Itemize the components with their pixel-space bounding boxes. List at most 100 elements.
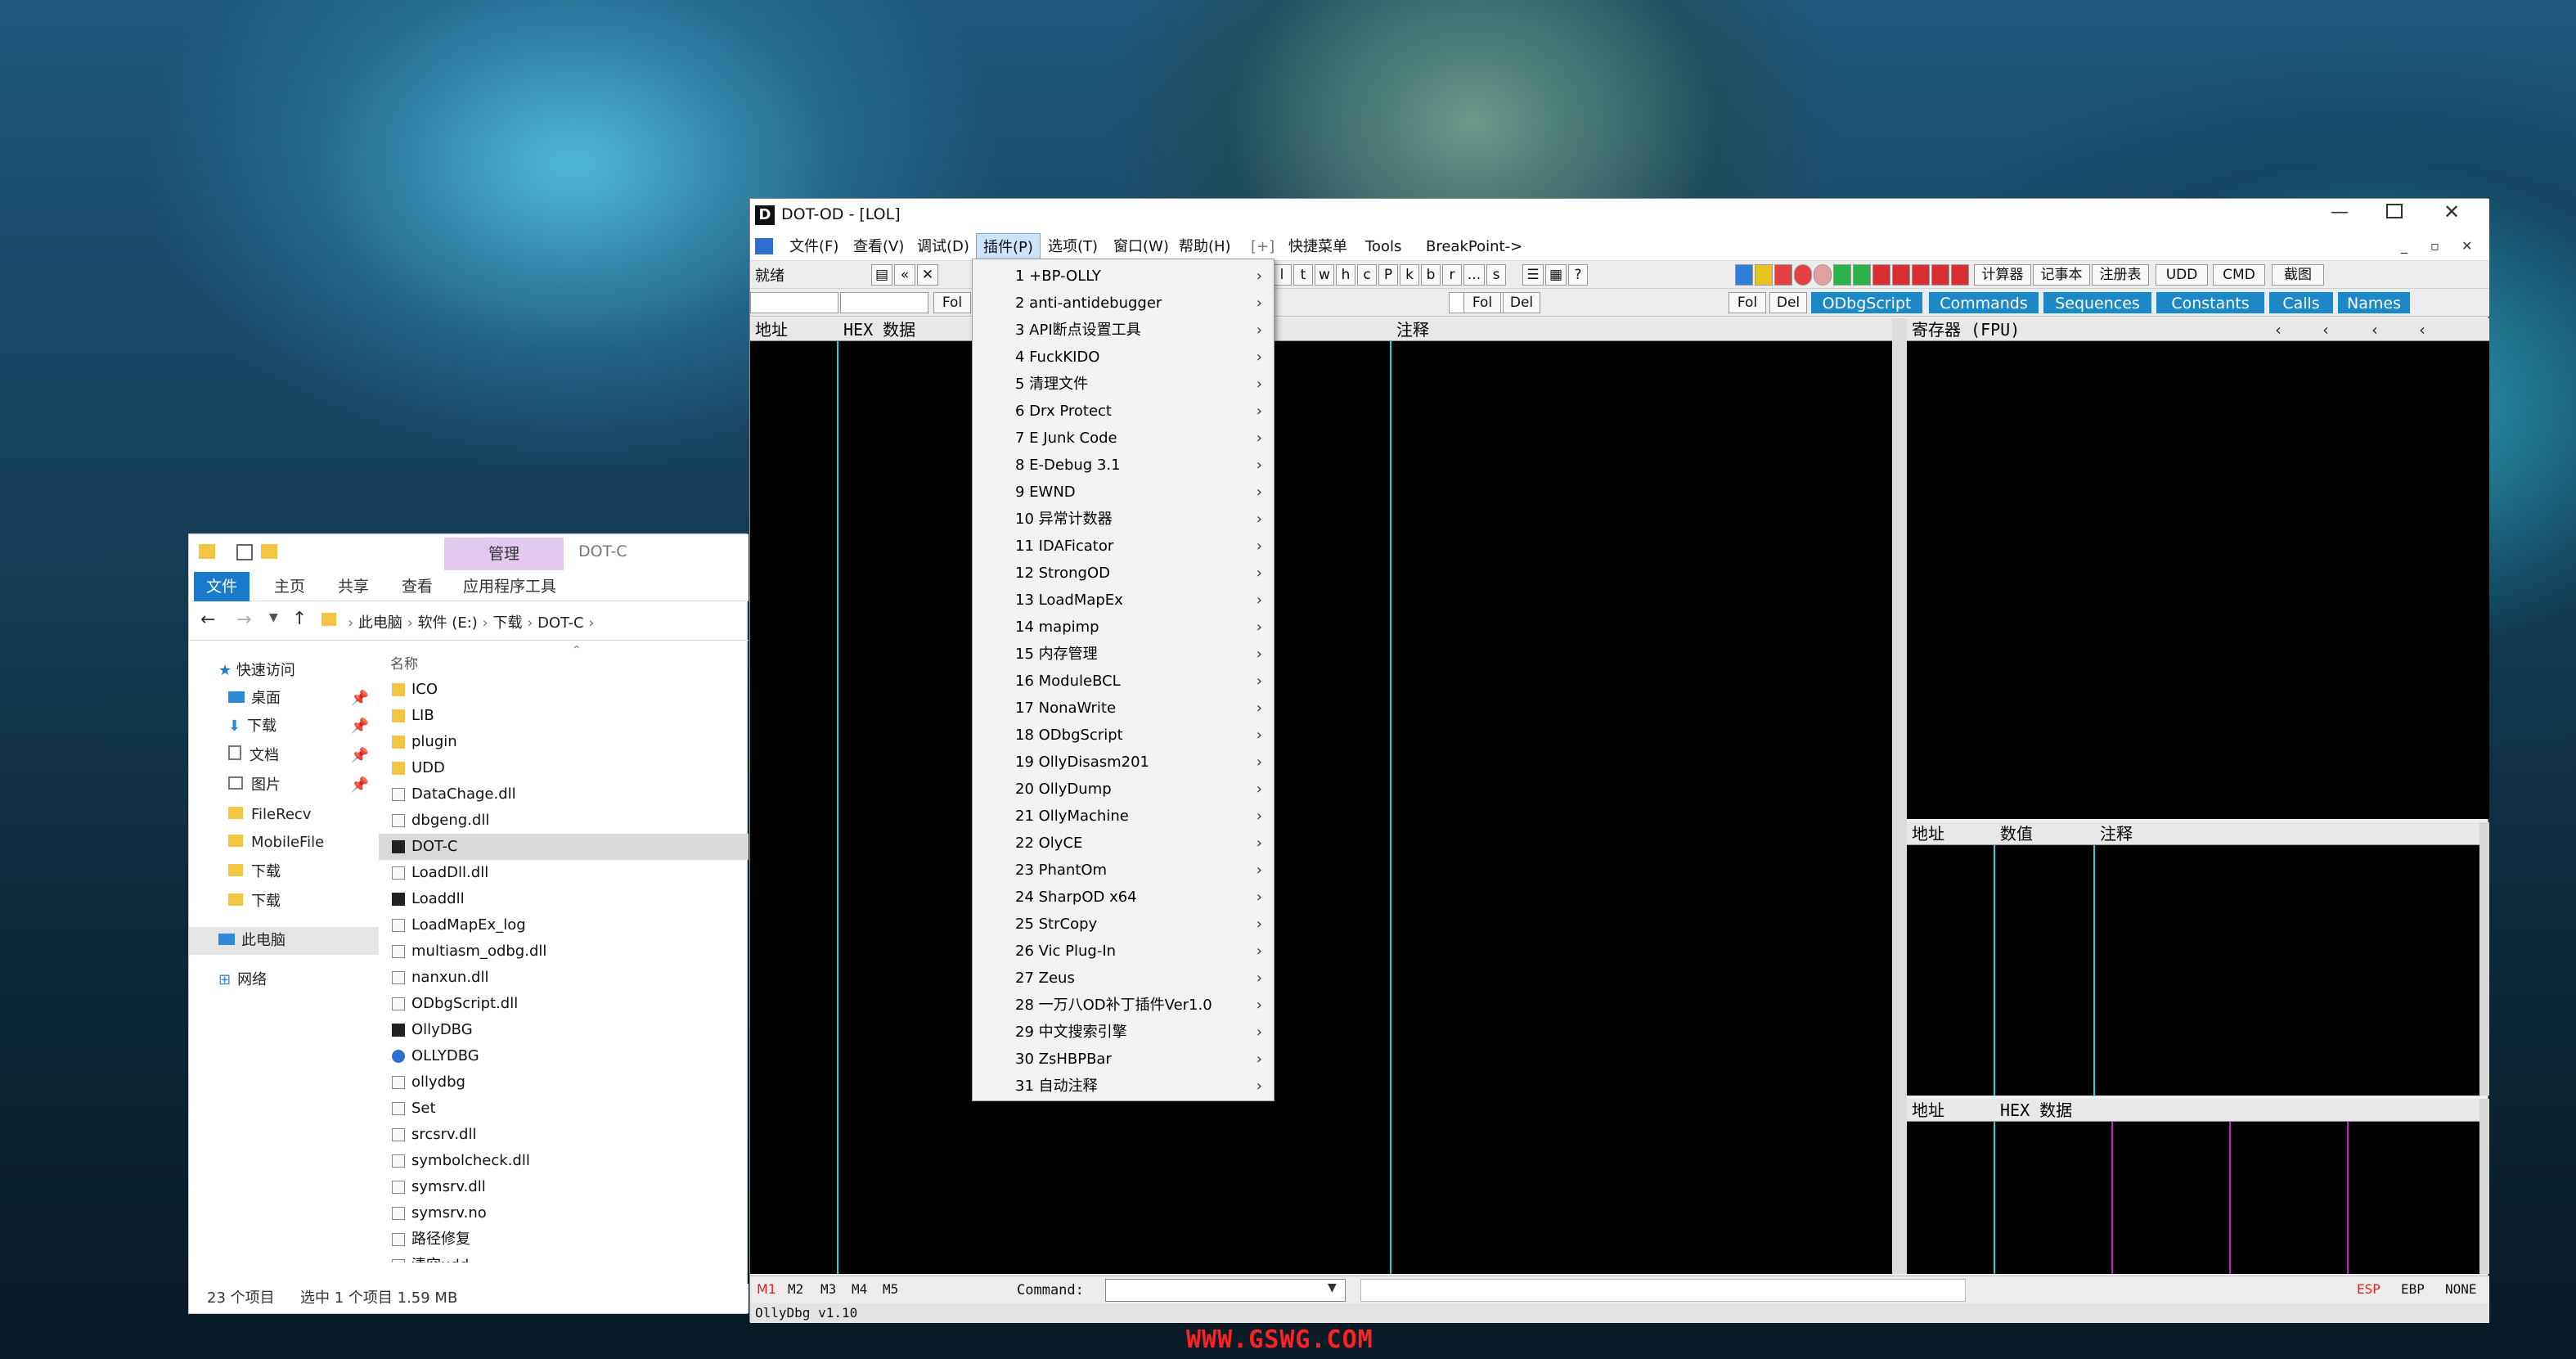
nav-quick-access[interactable]: ★ 快速访问: [189, 657, 379, 685]
recent-chevron-icon[interactable]: ▼: [269, 611, 278, 624]
plugin-menu-item[interactable]: 11 IDAFicator ›: [973, 533, 1274, 560]
grid-icon[interactable]: ▦: [1545, 264, 1567, 286]
register-title[interactable]: 寄存器 (FPU): [1912, 318, 2020, 341]
plugin-menu-item[interactable]: 10 异常计数器 ›: [973, 506, 1274, 533]
fol-button[interactable]: Fol: [933, 292, 971, 313]
plugin-menu-item[interactable]: 26 Vic Plug-In ›: [973, 938, 1274, 965]
tool-letter-l[interactable]: l: [1272, 264, 1292, 286]
plugin-menu-item[interactable]: 18 ODbgScript ›: [973, 722, 1274, 749]
pin-icon[interactable]: 📌: [351, 742, 369, 770]
nav-pictures[interactable]: 图片 📌: [189, 772, 379, 799]
fol-button[interactable]: Fol: [1729, 292, 1766, 313]
mdi-restore-icon[interactable]: ▫: [2430, 238, 2439, 254]
file-row[interactable]: symsrv.dll: [379, 1174, 749, 1200]
plugin-menu-item[interactable]: 14 mapimp ›: [973, 614, 1274, 641]
tool-letter-b[interactable]: b: [1421, 264, 1441, 286]
tool-letter-more[interactable]: ...: [1463, 264, 1485, 286]
tool-letter-p[interactable]: P: [1378, 264, 1398, 286]
nav-downloads[interactable]: ⬇ 下载 📌: [189, 713, 379, 740]
tool-letter-w[interactable]: w: [1315, 264, 1334, 286]
toolbar-color-icon[interactable]: [1814, 264, 1832, 286]
memory-tab-m4[interactable]: M4: [852, 1281, 867, 1297]
breadcrumb-item[interactable]: 此电脑: [358, 614, 402, 632]
new-folder-icon[interactable]: [261, 544, 277, 559]
menu-breakpoint[interactable]: BreakPoint->: [1419, 233, 1529, 261]
column-header-address[interactable]: 地址: [1912, 822, 1944, 845]
nav-filerecv[interactable]: FileRecv: [189, 801, 379, 829]
breadcrumb-item[interactable]: DOT-C: [537, 614, 583, 632]
constants-tab[interactable]: Constants: [2156, 291, 2265, 314]
field-box[interactable]: [840, 292, 928, 313]
close-icon[interactable]: ✕: [2443, 200, 2460, 223]
back-arrow-icon[interactable]: ←: [200, 610, 215, 630]
file-row[interactable]: ICO: [379, 677, 749, 703]
tool-letter-r[interactable]: r: [1442, 264, 1462, 286]
toolbar-color-icon[interactable]: [1853, 264, 1871, 286]
nav-mobilefile[interactable]: MobileFile: [189, 829, 379, 857]
memory-tab-m2[interactable]: M2: [788, 1281, 803, 1297]
column-header-value[interactable]: 数值: [2000, 822, 2033, 845]
screenshot-button[interactable]: 截图: [2272, 264, 2324, 286]
file-row[interactable]: srcsrv.dll: [379, 1122, 749, 1148]
rewind-icon[interactable]: «: [894, 264, 915, 286]
plugin-menu-item[interactable]: 25 StrCopy ›: [973, 911, 1274, 938]
plugin-menu-item[interactable]: 21 OllyMachine ›: [973, 803, 1274, 830]
tab-share[interactable]: 共享: [325, 572, 382, 601]
cmd-button[interactable]: CMD: [2213, 264, 2265, 286]
memory-tab-m3[interactable]: M3: [820, 1281, 836, 1297]
plugin-menu-item[interactable]: 2 anti-antidebugger ›: [973, 290, 1274, 317]
command-input[interactable]: [1105, 1279, 1346, 1302]
menu-window[interactable]: 窗口(W): [1107, 233, 1176, 261]
plugin-menu-item[interactable]: 28 一万八OD补丁插件Ver1.0 ›: [973, 992, 1274, 1019]
column-header-address[interactable]: 地址: [1912, 1099, 1944, 1122]
tool-letter-s[interactable]: s: [1486, 264, 1506, 286]
tab-app-tools[interactable]: 应用程序工具: [454, 572, 565, 601]
file-row[interactable]: ollydbg: [379, 1069, 749, 1096]
chevron-left-icon[interactable]: ‹: [2371, 318, 2378, 341]
mdi-minimize-icon[interactable]: _: [2401, 238, 2407, 254]
tool-letter-k[interactable]: k: [1400, 264, 1419, 286]
file-row[interactable]: dbgeng.dll: [379, 808, 749, 834]
names-tab[interactable]: Names: [2337, 291, 2411, 314]
file-row[interactable]: ODbgScript.dll: [379, 991, 749, 1017]
file-row[interactable]: Set: [379, 1096, 749, 1122]
chevron-left-icon[interactable]: ‹: [2275, 318, 2282, 341]
plugin-menu-item[interactable]: 30 ZsHBPBar ›: [973, 1046, 1274, 1073]
menu-plugins[interactable]: 插件(P): [976, 233, 1041, 261]
calculator-button[interactable]: 计算器: [1974, 264, 2031, 286]
plugin-menu-item[interactable]: 31 自动注释 ›: [973, 1073, 1274, 1100]
file-row[interactable]: OLLYDBG: [379, 1043, 749, 1069]
plugin-menu-item[interactable]: 12 StrongOD ›: [973, 560, 1274, 587]
dump-pane[interactable]: 地址 HEX 数据: [1907, 1099, 2479, 1274]
nav-desktop[interactable]: 桌面 📌: [189, 685, 379, 713]
menu-view[interactable]: 查看(V): [847, 233, 910, 261]
column-header-address[interactable]: 地址: [755, 318, 788, 341]
toolbar-color-icon[interactable]: [1755, 264, 1773, 286]
file-row[interactable]: UDD: [379, 755, 749, 781]
minimize-icon[interactable]: —: [2331, 202, 2349, 223]
nav-network[interactable]: ⊞ 网络: [189, 966, 379, 994]
odbgscript-tab[interactable]: ODbgScript: [1810, 291, 1923, 314]
stack-pane[interactable]: 地址 数值 注释: [1907, 822, 2479, 1096]
field-box[interactable]: [750, 292, 838, 313]
nav-documents[interactable]: 文档 📌: [189, 742, 379, 770]
toolbar-color-icon[interactable]: [1872, 264, 1890, 286]
file-row[interactable]: 路径修复: [379, 1226, 749, 1253]
pin-icon[interactable]: 📌: [351, 772, 369, 799]
pin-icon[interactable]: 📌: [351, 713, 369, 740]
plugin-menu-item[interactable]: 13 LoadMapEx ›: [973, 587, 1274, 614]
file-row[interactable]: LIB: [379, 703, 749, 729]
plugin-menu-item[interactable]: 5 清理文件 ›: [973, 371, 1274, 398]
plugin-menu-item[interactable]: 6 Drx Protect ›: [973, 398, 1274, 425]
menu-shortcut[interactable]: 快捷菜单: [1282, 233, 1354, 261]
chevron-left-icon[interactable]: ‹: [2419, 318, 2425, 341]
memory-tab-m1[interactable]: M1: [757, 1281, 776, 1297]
del-button[interactable]: Del: [1769, 292, 1807, 313]
memory-tab-m5[interactable]: M5: [883, 1281, 898, 1297]
tool-letter-t[interactable]: t: [1293, 264, 1313, 286]
plugin-menu-item[interactable]: 19 OllyDisasm201 ›: [973, 749, 1274, 776]
maximize-icon[interactable]: [2386, 204, 2403, 218]
mdi-icon[interactable]: [755, 238, 773, 254]
help-icon[interactable]: ?: [1568, 264, 1588, 286]
column-header-comment[interactable]: 注释: [1396, 318, 1429, 341]
